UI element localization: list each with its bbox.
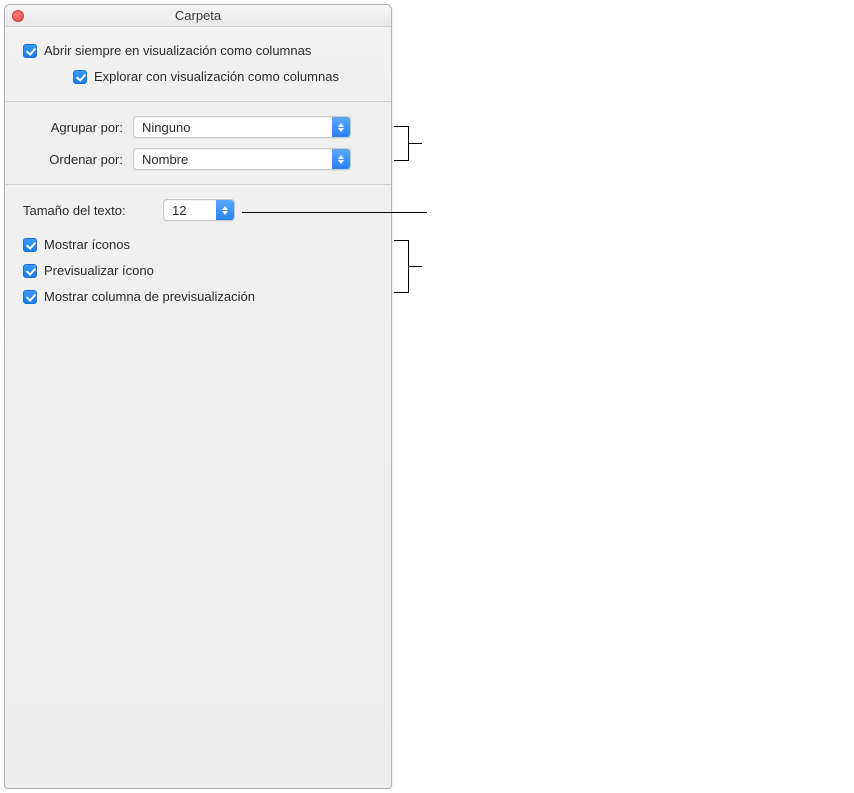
text-size-label: Tamaño del texto:	[23, 203, 163, 218]
checkbox-checked-icon[interactable]	[23, 290, 37, 304]
text-size-popup[interactable]: 12	[163, 199, 235, 221]
group-by-row: Agrupar por: Ninguno	[23, 116, 373, 138]
group-by-popup[interactable]: Ninguno	[133, 116, 351, 138]
always-open-column-row[interactable]: Abrir siempre en visualización como colu…	[23, 41, 373, 61]
display-checkboxes: Mostrar íconos Previsualizar ícono Mostr…	[23, 235, 373, 307]
checkbox-checked-icon[interactable]	[23, 264, 37, 278]
checkbox-checked-icon[interactable]	[23, 238, 37, 252]
browse-column-row[interactable]: Explorar con visualización como columnas	[73, 67, 373, 87]
callout-checkboxes	[394, 232, 424, 310]
chevron-up-down-icon	[332, 149, 350, 169]
chevron-up-down-icon	[332, 117, 350, 137]
callout-text-size	[242, 212, 427, 214]
titlebar: Carpeta	[5, 5, 391, 27]
group-by-label: Agrupar por:	[23, 120, 133, 135]
sort-by-row: Ordenar por: Nombre	[23, 148, 373, 170]
section-grouping: Agrupar por: Ninguno Ordenar por: Nombre	[5, 102, 391, 185]
window-title: Carpeta	[5, 8, 391, 23]
show-preview-column-label: Mostrar columna de previsualización	[44, 287, 255, 307]
preview-icon-label: Previsualizar ícono	[44, 261, 154, 281]
always-open-label: Abrir siempre en visualización como colu…	[44, 41, 311, 61]
sort-by-label: Ordenar por:	[23, 152, 133, 167]
checkbox-checked-icon[interactable]	[73, 70, 87, 84]
show-icons-row[interactable]: Mostrar íconos	[23, 235, 373, 255]
group-by-value: Ninguno	[134, 120, 190, 135]
section-view-mode: Abrir siempre en visualización como colu…	[5, 27, 391, 102]
show-preview-column-row[interactable]: Mostrar columna de previsualización	[23, 287, 373, 307]
callout-group-sort	[394, 108, 424, 184]
text-size-value: 12	[164, 203, 186, 218]
checkbox-checked-icon[interactable]	[23, 44, 37, 58]
sort-by-value: Nombre	[134, 152, 188, 167]
chevron-up-down-icon	[216, 200, 234, 220]
show-icons-label: Mostrar íconos	[44, 235, 130, 255]
preview-icon-row[interactable]: Previsualizar ícono	[23, 261, 373, 281]
close-icon[interactable]	[12, 10, 24, 22]
sort-by-popup[interactable]: Nombre	[133, 148, 351, 170]
browse-label: Explorar con visualización como columnas	[94, 67, 339, 87]
text-size-row: Tamaño del texto: 12	[23, 199, 373, 221]
section-display: Tamaño del texto: 12 Mostrar íconos Prev…	[5, 185, 391, 321]
view-options-window: Carpeta Abrir siempre en visualización c…	[4, 4, 392, 789]
